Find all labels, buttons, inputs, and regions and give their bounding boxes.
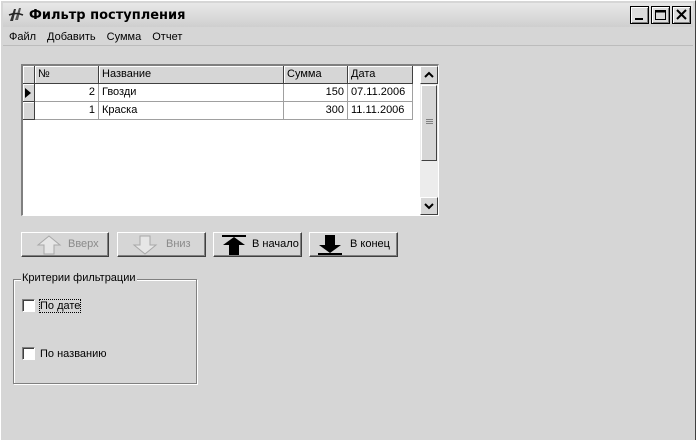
- cell-date[interactable]: 07.11.2006: [348, 84, 413, 102]
- maximize-icon: [655, 10, 666, 20]
- maximize-button[interactable]: [651, 6, 670, 24]
- filter-by-date-checkbox[interactable]: По дате: [22, 298, 82, 313]
- cell-name[interactable]: Гвозди: [99, 84, 284, 102]
- filter-group-title: Критерии фильтрации: [21, 272, 137, 284]
- scroll-thumb[interactable]: [421, 85, 437, 161]
- minimize-icon: [635, 18, 643, 20]
- column-header-sum[interactable]: Сумма: [284, 66, 348, 84]
- window-title: Фильтр поступления: [29, 7, 186, 23]
- move-up-label: Вверх: [68, 238, 99, 250]
- move-up-button[interactable]: Вверх: [21, 232, 109, 257]
- move-down-button[interactable]: Вниз: [117, 232, 206, 257]
- move-down-label: Вниз: [166, 238, 191, 250]
- close-button[interactable]: [672, 6, 691, 24]
- arrow-to-bottom-icon: [318, 235, 342, 255]
- close-icon: [676, 9, 687, 20]
- grip-line: [426, 123, 433, 124]
- column-header-number[interactable]: №: [35, 66, 99, 84]
- filter-criteria-group: Критерии фильтрации По дате По названию: [13, 272, 197, 384]
- arrow-down-icon: [132, 235, 158, 255]
- filter-by-name-label[interactable]: По названию: [40, 348, 107, 360]
- cell-date[interactable]: 11.11.2006: [348, 102, 413, 120]
- arrow-to-top-icon: [222, 235, 246, 255]
- go-last-button[interactable]: В конец: [309, 232, 398, 257]
- checkbox-box[interactable]: [22, 347, 35, 360]
- grid-header: № Название Сумма Дата: [23, 66, 413, 84]
- menu-file[interactable]: Файл: [3, 31, 41, 43]
- data-grid[interactable]: № Название Сумма Дата 2 Гвозди 150 07.11…: [21, 64, 439, 216]
- cell-sum[interactable]: 150: [284, 84, 348, 102]
- go-last-label: В конец: [350, 238, 390, 250]
- go-first-button[interactable]: В начало: [213, 232, 302, 257]
- checkbox-box[interactable]: [22, 299, 35, 312]
- row-indicator[interactable]: [23, 84, 35, 102]
- header-indicator: [23, 66, 35, 84]
- current-row-arrow-icon: [25, 88, 31, 98]
- arrow-up-icon: [36, 235, 62, 255]
- app-icon: [8, 8, 24, 21]
- menu-report[interactable]: Отчет: [146, 31, 187, 43]
- column-header-date[interactable]: Дата: [348, 66, 413, 84]
- main-window: Фильтр поступления Файл Добавить Сумма О…: [0, 0, 696, 440]
- cell-name[interactable]: Краска: [99, 102, 284, 120]
- vertical-scrollbar[interactable]: [420, 66, 438, 215]
- chevron-up-icon: [424, 71, 434, 78]
- cell-number[interactable]: 2: [35, 84, 99, 102]
- row-indicator[interactable]: [23, 102, 35, 120]
- scroll-down-button[interactable]: [420, 197, 438, 215]
- filter-by-name-checkbox[interactable]: По названию: [22, 347, 107, 360]
- filter-by-date-label[interactable]: По дате: [38, 298, 82, 313]
- column-header-name[interactable]: Название: [99, 66, 284, 84]
- cell-number[interactable]: 1: [35, 102, 99, 120]
- minimize-button[interactable]: [630, 6, 649, 24]
- go-first-label: В начало: [252, 238, 299, 250]
- table-row[interactable]: 1 Краска 300 11.11.2006: [23, 102, 413, 120]
- table-row[interactable]: 2 Гвозди 150 07.11.2006: [23, 84, 413, 102]
- cell-sum[interactable]: 300: [284, 102, 348, 120]
- scroll-up-button[interactable]: [420, 66, 438, 84]
- chevron-down-icon: [424, 203, 434, 210]
- menu-sum[interactable]: Сумма: [101, 31, 147, 43]
- grip-line: [426, 119, 433, 120]
- menu-bar: Файл Добавить Сумма Отчет: [3, 28, 693, 46]
- grip-line: [426, 121, 433, 122]
- menu-add[interactable]: Добавить: [41, 31, 101, 43]
- title-bar[interactable]: Фильтр поступления: [3, 3, 693, 27]
